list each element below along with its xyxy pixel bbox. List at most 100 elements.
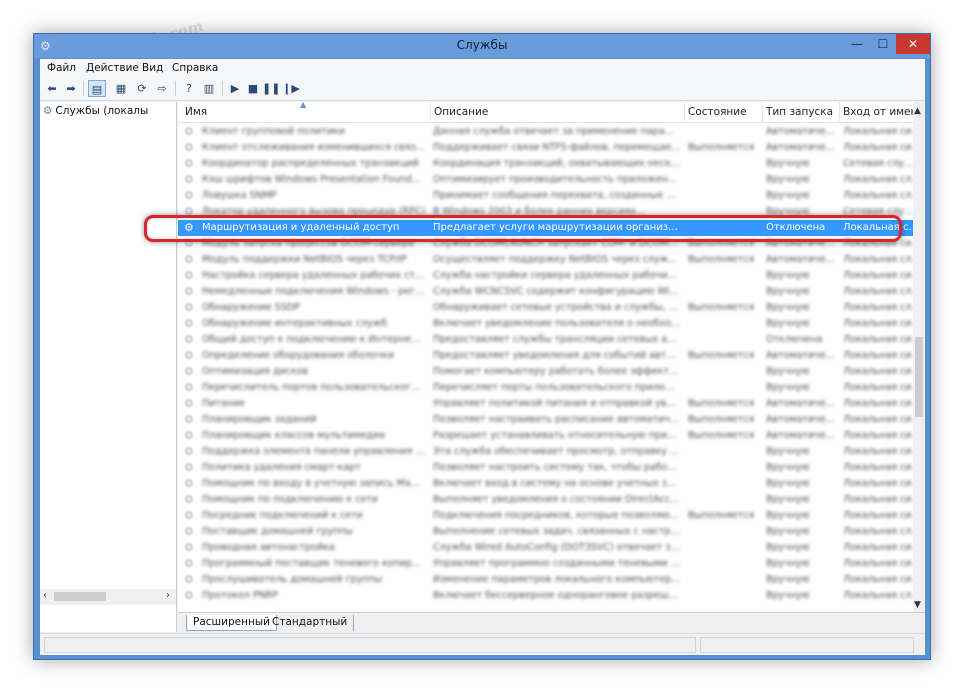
table-row[interactable]: ⚙ Клиент групповой политики Данная служба … (178, 124, 913, 140)
table-row[interactable]: ⚙ Проводная автонастройка Служба Wired Aut… (178, 540, 913, 556)
table-row[interactable]: ⚙ Планировщик заданий Позволяет настраиват… (178, 412, 913, 428)
tree-horizontal-scrollbar[interactable]: ‹ › (40, 589, 177, 605)
table-row[interactable]: ⚙ Программный поставщик теневого копирова… (178, 556, 913, 572)
cell-name: Перечислитель портов пользовательского р… (202, 382, 426, 393)
column-header-startup-type[interactable]: Тип запуска (766, 106, 833, 118)
refresh-icon[interactable]: ⟳ (133, 80, 151, 97)
cell-startup-type: Отключена (766, 334, 823, 345)
cell-startup-type: Автоматиче... (766, 238, 835, 249)
table-row[interactable]: ⚙ Кэш шрифтов Windows Presentation Founda… (178, 172, 913, 188)
table-row[interactable]: ⚙ Перечислитель портов пользовательского … (178, 380, 913, 396)
close-button[interactable]: ✕ (896, 34, 930, 54)
back-arrow-icon[interactable]: ⬅ (43, 80, 61, 97)
menu-help[interactable]: Справка (172, 62, 218, 74)
window-client: Файл Действие Вид Справка ⬅ ➡ ▤ ▦ ⟳ ⇨ ? … (40, 59, 925, 655)
scroll-thumb[interactable] (54, 592, 106, 601)
show-hide-console-tree-icon[interactable]: ▤ (88, 80, 106, 97)
service-gear-icon: ⚙ (184, 221, 194, 234)
cell-name: Настройка сервера удаленных рабочих стол… (202, 270, 426, 281)
table-row[interactable]: ⚙ Модуль запуска процессов DCOM-сервера Сл… (178, 236, 913, 252)
column-divider[interactable] (684, 102, 685, 123)
tab-standard[interactable]: Стандартный (266, 615, 355, 631)
cell-log-on-as: Локальная слу... (843, 254, 913, 265)
properties-icon[interactable]: ▦ (112, 80, 130, 97)
table-row[interactable]: ⚙ Планировщик классов мультимедиа Разрешае… (178, 428, 913, 444)
show-action-pane-icon[interactable]: ▥ (200, 80, 218, 97)
table-row[interactable]: ⚙ Настройка сервера удаленных рабочих сто… (178, 268, 913, 284)
scroll-down-arrow-icon[interactable]: ▼ (914, 600, 921, 610)
stop-service-icon[interactable]: ■ (244, 80, 262, 97)
export-list-icon[interactable]: ⇨ (153, 80, 171, 97)
cell-startup-type: Вручную (766, 494, 810, 505)
service-gear-icon: ⚙ (184, 429, 194, 442)
service-gear-icon: ⚙ (184, 509, 194, 522)
table-row[interactable]: ⚙ Питание Управляет политикой питания и от… (178, 396, 913, 412)
table-row[interactable]: ⚙ Протокол PNRP Включает бессерверное одно… (178, 588, 913, 604)
cell-log-on-as: Локальная сис... (843, 222, 913, 233)
column-header-name[interactable]: Имя (185, 106, 207, 118)
menu-action[interactable]: Действие (86, 62, 139, 74)
scroll-right-arrow-icon[interactable]: › (166, 590, 170, 601)
table-row[interactable]: ⚙ Модуль поддержки NetBIOS через TCP/IP Ос… (178, 252, 913, 268)
scroll-thumb[interactable] (915, 337, 923, 417)
column-divider[interactable] (839, 102, 840, 123)
table-row[interactable]: ⚙ Поставщик домашней группы Выполнение сет… (178, 524, 913, 540)
table-row[interactable]: ⚙ Локатор удаленного вызова процедур (RPC… (178, 204, 913, 220)
cell-description: Предоставляет службы трансляции сетевых … (433, 334, 681, 345)
minimize-button[interactable]: — (844, 34, 870, 54)
cell-startup-type: Вручную (766, 382, 810, 393)
cell-startup-type: Вручную (766, 206, 810, 217)
cell-startup-type: Вручную (766, 574, 810, 585)
tree-item-services-local[interactable]: ⚙ Службы (локалы (43, 105, 148, 117)
list-vertical-scrollbar[interactable]: ▲ ▼ (913, 102, 925, 612)
services-window: ⚙ Службы — ☐ ✕ Файл Действие Вид Справка… (33, 33, 931, 660)
table-row[interactable]: ⚙ Помощник по подключению к сети Выполняет… (178, 492, 913, 508)
table-row[interactable]: ⚙ Посредник подключений к сети Подключения… (178, 508, 913, 524)
cell-status: Выполняется (688, 254, 755, 265)
menu-view[interactable]: Вид (142, 62, 163, 74)
tab-extended[interactable]: Расширенный (186, 615, 277, 631)
column-divider[interactable] (430, 102, 431, 123)
table-row[interactable]: ⚙ Помощник по входу в учетную запись Майк… (178, 476, 913, 492)
start-service-icon[interactable]: ▶ (226, 80, 244, 97)
cell-description: Включает вход в систему на основе учетны… (433, 478, 681, 489)
cell-startup-type: Вручную (766, 510, 810, 521)
table-row[interactable]: ⚙ Определение оборудования оболочки Предос… (178, 348, 913, 364)
cell-name: Немедленные подключения Windows - регист… (202, 286, 426, 297)
menu-file[interactable]: Файл (47, 62, 76, 74)
cell-status: Выполняется (688, 238, 755, 249)
table-row[interactable]: ⚙ Немедленные подключения Windows - регис… (178, 284, 913, 300)
table-row[interactable]: ⚙ Координатор распределенных транзакций Ко… (178, 156, 913, 172)
forward-arrow-icon[interactable]: ➡ (62, 80, 80, 97)
service-gear-icon: ⚙ (184, 349, 194, 362)
cell-name: Помощник по входу в учетную запись Майкр… (202, 478, 426, 489)
maximize-button[interactable]: ☐ (870, 34, 896, 54)
table-row[interactable]: ⚙ Политика удаления смарт-карт Позволяет н… (178, 460, 913, 476)
column-header-description[interactable]: Описание (434, 106, 488, 118)
cell-log-on-as: Локальная слу... (843, 174, 913, 185)
column-divider[interactable] (762, 102, 763, 123)
cell-log-on-as: Локальная слу... (843, 190, 913, 201)
title-bar[interactable]: ⚙ Службы — ☐ ✕ (34, 34, 930, 58)
table-row[interactable]: ⚙ Общий доступ к подключению к Интернету … (178, 332, 913, 348)
cell-log-on-as: Локальная сис... (843, 542, 913, 553)
cell-startup-type: Автоматиче... (766, 398, 835, 409)
table-row-selected[interactable]: ⚙ Маршрутизация и удаленный доступ Предлаг… (178, 220, 913, 236)
scroll-left-arrow-icon[interactable]: ‹ (43, 590, 47, 601)
table-row[interactable]: ⚙ Ловушка SNMP Принимает сообщения перехва… (178, 188, 913, 204)
table-row[interactable]: ⚙ Прослушиватель домашней группы Изменение… (178, 572, 913, 588)
table-row[interactable]: ⚙ Обнаружение интерактивных служб Включает… (178, 316, 913, 332)
cell-log-on-as: Локальная сис... (843, 382, 913, 393)
table-row[interactable]: ⚙ Клиент отслеживания изменившихся связей… (178, 140, 913, 156)
pause-service-icon[interactable]: ❚❚ (262, 80, 280, 97)
cell-description: Включает уведомление пользователя о необ… (433, 318, 681, 329)
cell-description: Служба DCOMLAUNCH запускает COM- и DCOM-… (433, 238, 681, 249)
table-row[interactable]: ⚙ Поддержка элемента панели управления "О… (178, 444, 913, 460)
table-row[interactable]: ⚙ Оптимизация дисков Помогает компьютеру р… (178, 364, 913, 380)
help-icon[interactable]: ? (180, 80, 198, 97)
cell-name: Обнаружение SSDP (202, 302, 300, 313)
column-header-status[interactable]: Состояние (688, 106, 747, 118)
scroll-up-arrow-icon[interactable]: ▲ (914, 106, 921, 116)
table-row[interactable]: ⚙ Обнаружение SSDP Обнаруживает сетевые ус… (178, 300, 913, 316)
restart-service-icon[interactable]: ❙▶ (282, 80, 300, 97)
